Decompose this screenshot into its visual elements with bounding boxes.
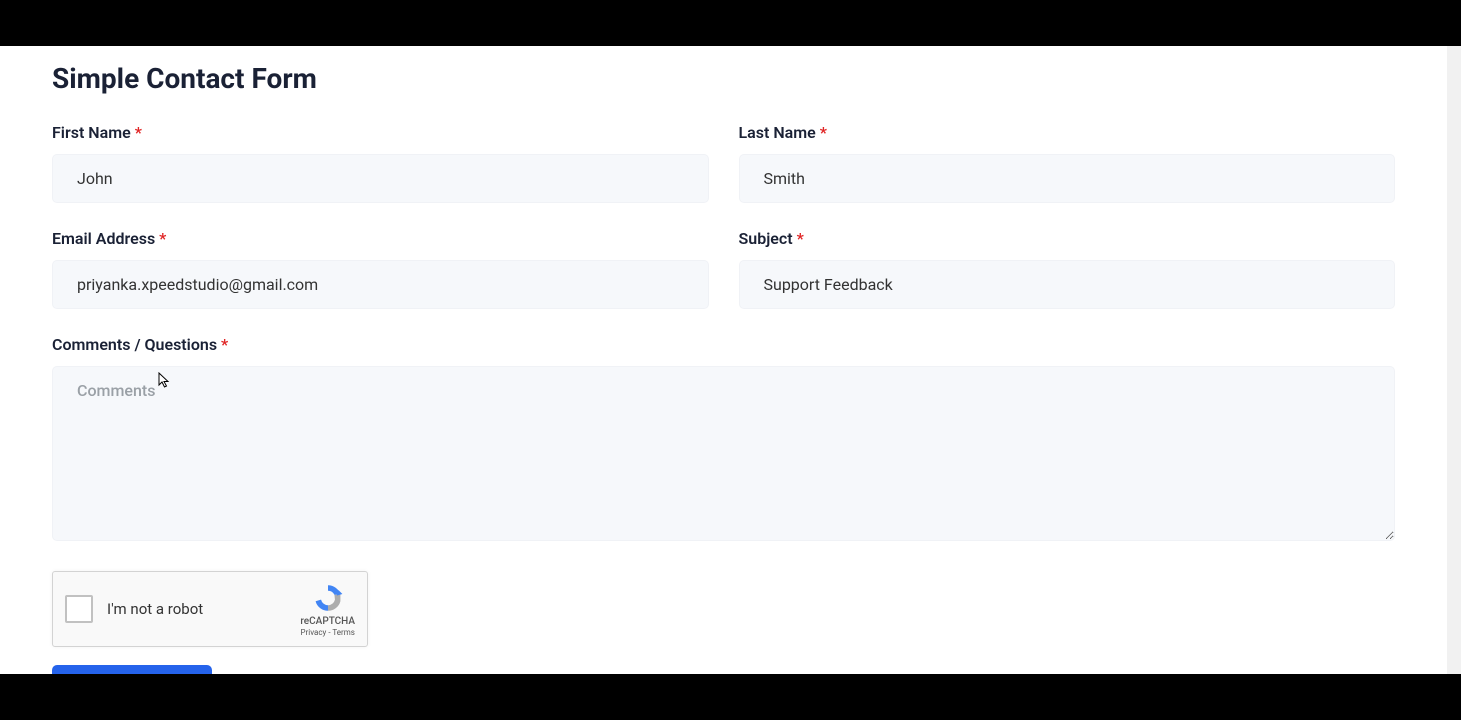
- required-mark: *: [135, 123, 142, 142]
- form-group-email: Email Address *: [52, 229, 709, 309]
- form-row: Comments / Questions *: [52, 335, 1395, 545]
- subject-label: Subject *: [739, 229, 1396, 248]
- last-name-label: Last Name *: [739, 123, 1396, 142]
- last-name-input[interactable]: [739, 154, 1396, 203]
- recaptcha-brand-text: reCAPTCHA: [300, 616, 355, 627]
- form-group-first-name: First Name *: [52, 123, 709, 203]
- comments-label: Comments / Questions *: [52, 335, 1395, 354]
- form-row: First Name * Last Name *: [52, 123, 1395, 203]
- content-area: Simple Contact Form First Name * Last Na…: [0, 46, 1447, 674]
- recaptcha-branding: reCAPTCHA Privacy - Terms: [300, 582, 355, 637]
- required-mark: *: [797, 229, 804, 248]
- subject-input[interactable]: [739, 260, 1396, 309]
- form-row: Email Address * Subject *: [52, 229, 1395, 309]
- page-title: Simple Contact Form: [52, 46, 1395, 123]
- bottom-bar: [0, 674, 1461, 720]
- label-text: Comments / Questions: [52, 335, 221, 354]
- label-text: Subject: [739, 229, 797, 248]
- form-group-subject: Subject *: [739, 229, 1396, 309]
- send-message-button[interactable]: Send Message: [52, 665, 212, 674]
- label-text: First Name: [52, 123, 135, 142]
- recaptcha-logo-icon: [312, 582, 344, 614]
- required-mark: *: [820, 123, 827, 142]
- first-name-input[interactable]: [52, 154, 709, 203]
- recaptcha-widget: I'm not a robot reCAPTCHA Privacy - Term…: [52, 571, 368, 647]
- form-group-comments: Comments / Questions *: [52, 335, 1395, 545]
- comments-textarea[interactable]: [52, 366, 1395, 541]
- first-name-label: First Name *: [52, 123, 709, 142]
- top-bar: [0, 0, 1461, 46]
- recaptcha-label: I'm not a robot: [107, 600, 300, 618]
- scrollbar-track[interactable]: [1447, 46, 1461, 674]
- form-group-last-name: Last Name *: [739, 123, 1396, 203]
- label-text: Last Name: [739, 123, 820, 142]
- required-mark: *: [159, 229, 166, 248]
- label-text: Email Address: [52, 229, 159, 248]
- email-input[interactable]: [52, 260, 709, 309]
- recaptcha-links[interactable]: Privacy - Terms: [301, 628, 355, 637]
- recaptcha-checkbox[interactable]: [65, 595, 93, 623]
- required-mark: *: [221, 335, 228, 354]
- email-label: Email Address *: [52, 229, 709, 248]
